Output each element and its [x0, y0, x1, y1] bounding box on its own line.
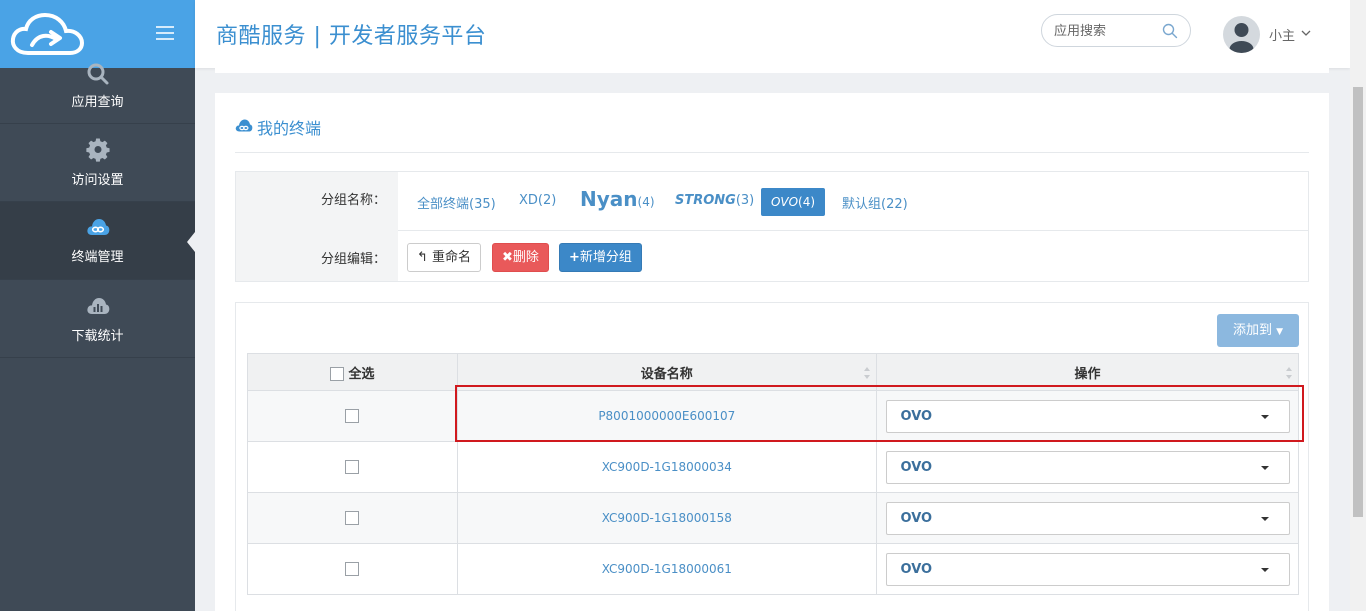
- sort-icon[interactable]: [1285, 366, 1293, 380]
- row-checkbox-cell: [247, 492, 458, 544]
- sidebar-item-label: 访问设置: [71, 173, 124, 188]
- search-icon[interactable]: [1162, 23, 1178, 39]
- cloud-chart-icon: [87, 298, 110, 314]
- tab-xd[interactable]: XD(2): [519, 193, 556, 208]
- group-edit-label: 分组编辑：: [320, 252, 386, 267]
- add-to-dropdown-button[interactable]: 添加到 ▼: [1217, 314, 1299, 347]
- caret-down-icon: ▼: [1276, 327, 1284, 337]
- page-scrollbar[interactable]: [1350, 0, 1366, 611]
- sidebar-item-label: 下载统计: [71, 329, 124, 344]
- sidebar-item-label: 应用查询: [71, 95, 124, 110]
- top-header: 商酷服务 | 开发者服务平台 小主: [195, 0, 1350, 68]
- sidebar-item-terminal-management[interactable]: 终端管理: [0, 202, 195, 280]
- sidebar: 应用查询 访问设置 终端管理 下载统计: [0, 0, 195, 611]
- row-checkbox[interactable]: [345, 409, 360, 424]
- group-select[interactable]: OVO: [885, 501, 1290, 535]
- delete-button[interactable]: ✖删除: [492, 243, 549, 272]
- previous-panel-edge: [215, 68, 1329, 73]
- caret-down-icon: [1260, 465, 1269, 470]
- user-name[interactable]: 小主: [1269, 25, 1295, 44]
- device-table: 全选 设备名称 操作 P8001000000E600107 OVO XC900D…: [247, 353, 1299, 595]
- active-indicator: [187, 232, 195, 252]
- avatar[interactable]: [1223, 16, 1260, 53]
- cloud-link-icon: [235, 119, 253, 132]
- reply-icon: ↰: [417, 250, 428, 265]
- user-icon: [1229, 23, 1254, 53]
- caret-down-icon: [1260, 567, 1269, 572]
- tab-ovo[interactable]: OVO(4): [761, 188, 825, 216]
- logo-bar: [0, 0, 195, 68]
- group-select[interactable]: OVO: [885, 399, 1290, 433]
- panel-title: 我的终端: [257, 119, 322, 138]
- group-filter-box: 分组名称： 分组编辑： 全部终端(35) XD(2) Nyan(4) STRON…: [235, 171, 1309, 282]
- rename-button[interactable]: ↰ 重命名: [407, 243, 482, 272]
- table-row: P8001000000E600107 OVO: [247, 390, 1299, 442]
- device-name-cell[interactable]: XC900D-1G18000034: [456, 441, 878, 493]
- caret-down-icon: [1260, 414, 1269, 419]
- table-row: XC900D-1G18000034 OVO: [247, 441, 1299, 493]
- row-checkbox[interactable]: [345, 562, 360, 577]
- search-input[interactable]: [1054, 22, 1159, 40]
- device-name-cell[interactable]: XC900D-1G18000158: [456, 492, 878, 544]
- action-cell: OVO: [876, 441, 1299, 493]
- scrollbar-thumb[interactable]: [1353, 87, 1363, 517]
- tab-default-group[interactable]: 默认组(22): [842, 193, 908, 212]
- cloud-link-icon: [87, 219, 110, 235]
- close-icon: ✖: [502, 250, 513, 265]
- sidebar-item-access-settings[interactable]: 访问设置: [0, 124, 195, 202]
- group-select[interactable]: OVO: [885, 450, 1290, 484]
- caret-down-icon: [1260, 516, 1269, 521]
- sort-icon[interactable]: [863, 366, 871, 380]
- group-name-label: 分组名称：: [320, 193, 386, 208]
- gear-icon: [86, 138, 110, 162]
- device-name-cell[interactable]: XC900D-1G18000061: [456, 543, 878, 595]
- group-label-column: 分组名称： 分组编辑：: [236, 172, 398, 281]
- row-checkbox-cell: [247, 441, 458, 493]
- device-table-box: 添加到 ▼ 全选 设备名称 操作 P8001000000E600107 OVO …: [235, 302, 1309, 611]
- table-row: XC900D-1G18000061 OVO: [247, 543, 1299, 595]
- search-icon: [87, 63, 109, 85]
- sidebar-item-label: 终端管理: [71, 250, 124, 265]
- action-cell: OVO: [876, 543, 1299, 595]
- sidebar-item-app-query[interactable]: 应用查询: [0, 63, 195, 124]
- group-select[interactable]: OVO: [885, 552, 1290, 586]
- row-checkbox[interactable]: [345, 460, 360, 475]
- divider: [235, 152, 1309, 153]
- tab-strong[interactable]: STRONG(3): [675, 193, 754, 208]
- row-checkbox[interactable]: [345, 511, 360, 526]
- select-all-checkbox[interactable]: [330, 367, 345, 381]
- page-title: 商酷服务 | 开发者服务平台: [216, 24, 487, 49]
- device-name-cell[interactable]: P8001000000E600107: [456, 390, 878, 442]
- action-cell: OVO: [876, 390, 1299, 442]
- add-group-button[interactable]: +新增分组: [559, 243, 642, 272]
- app-search-box: [1041, 14, 1191, 47]
- row-checkbox-cell: [247, 390, 458, 442]
- device-name-header[interactable]: 设备名称: [456, 353, 878, 391]
- sidebar-item-download-stats[interactable]: 下载统计: [0, 280, 195, 358]
- tab-nyan[interactable]: Nyan(4): [580, 187, 655, 211]
- row-checkbox-cell: [247, 543, 458, 595]
- cloud-logo-icon[interactable]: [10, 12, 84, 56]
- select-all-header: 全选: [247, 353, 458, 391]
- menu-toggle-icon[interactable]: [156, 26, 174, 40]
- tab-all-terminals[interactable]: 全部终端(35): [417, 193, 496, 212]
- table-row: XC900D-1G18000158 OVO: [247, 492, 1299, 544]
- divider: [398, 230, 1308, 231]
- action-header[interactable]: 操作: [876, 353, 1299, 391]
- terminal-panel: 我的终端 分组名称： 分组编辑： 全部终端(35) XD(2) Nyan(4) …: [215, 93, 1329, 611]
- chevron-down-icon[interactable]: [1301, 29, 1311, 37]
- action-cell: OVO: [876, 492, 1299, 544]
- plus-icon: +: [569, 250, 580, 265]
